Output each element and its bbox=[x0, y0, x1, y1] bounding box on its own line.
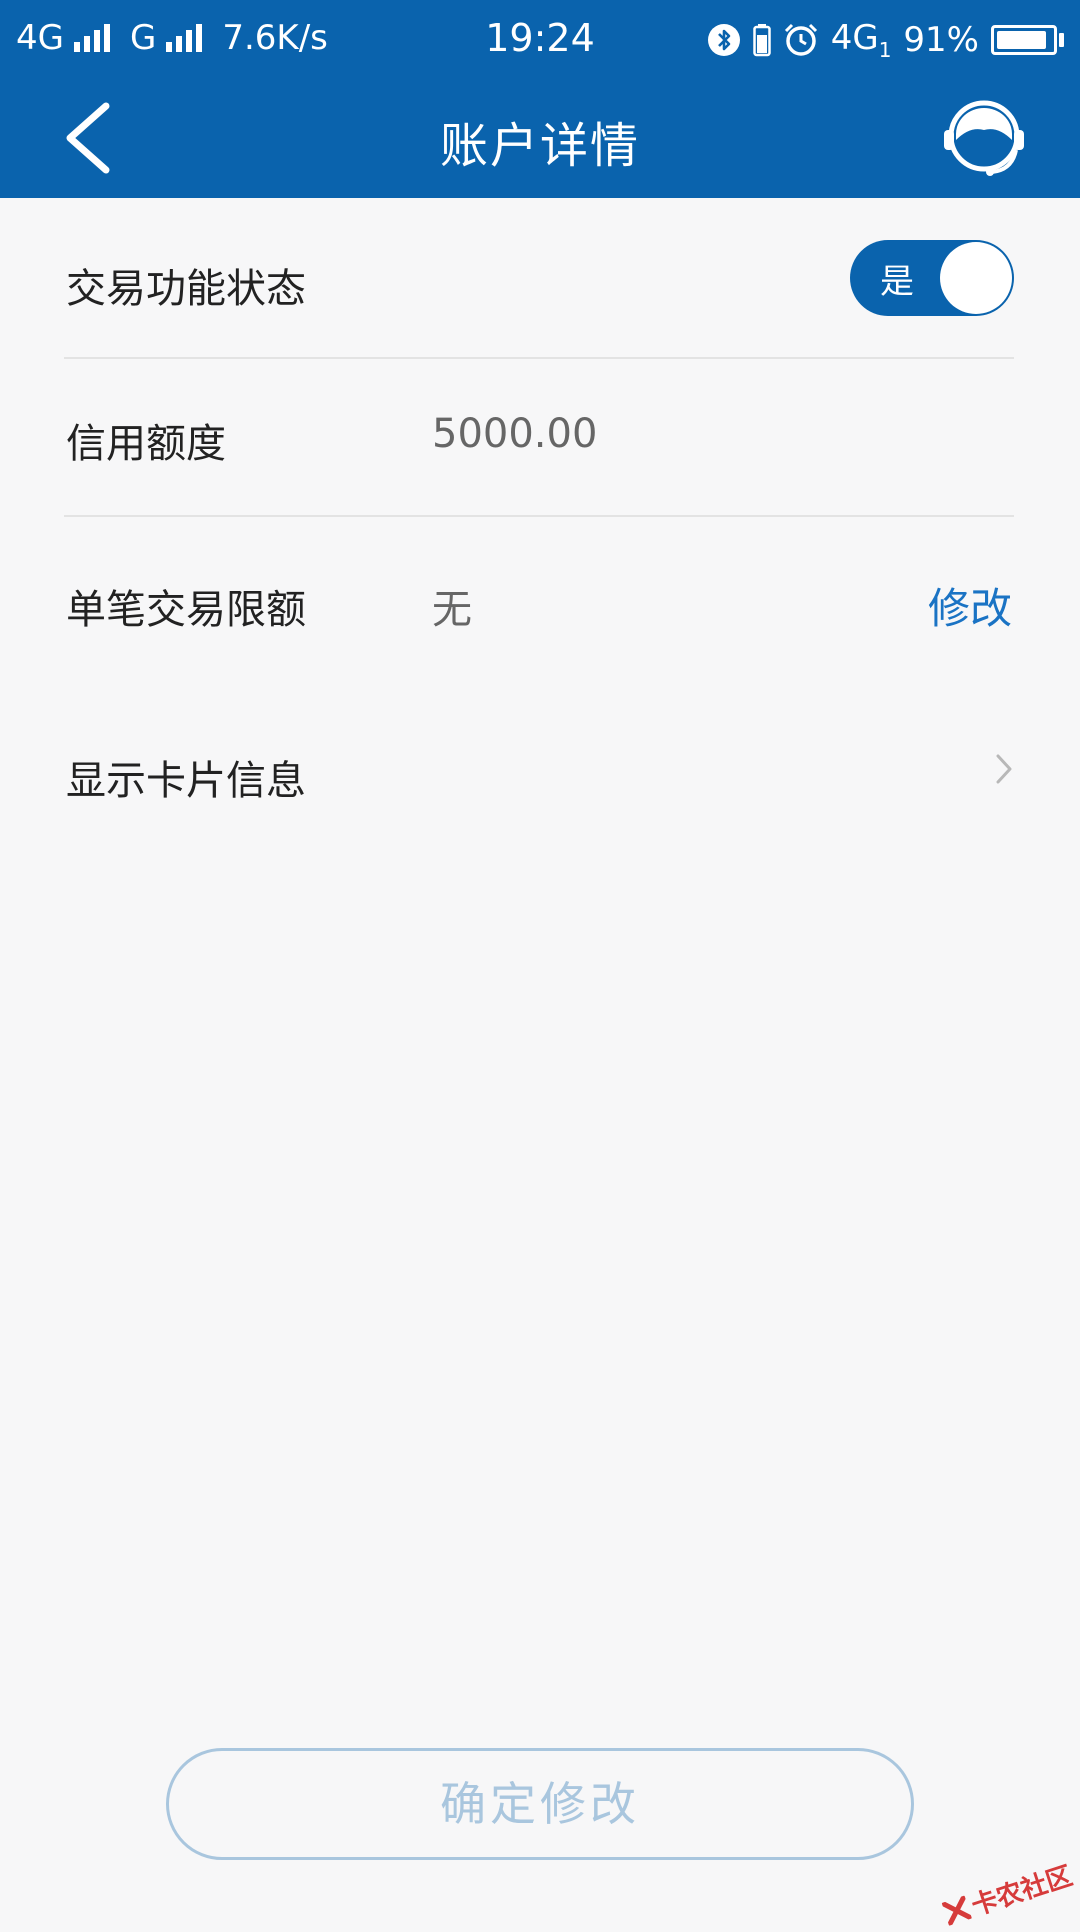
watermark-text: 卡农社区 bbox=[967, 1861, 1077, 1922]
customer-service-icon[interactable] bbox=[942, 96, 1026, 180]
watermark-logo-icon bbox=[941, 1895, 972, 1926]
app-header: 4G G 7.6K/s 19:24 4G1 91% 账户详情 bbox=[0, 0, 1080, 198]
trade-status-label: 交易功能状态 bbox=[66, 266, 306, 312]
row-single-limit: 单笔交易限额 无 bbox=[0, 517, 1080, 687]
alarm-icon bbox=[784, 23, 817, 56]
page-title: 账户详情 bbox=[439, 118, 640, 174]
modify-link[interactable]: 修改 bbox=[928, 575, 1012, 636]
row-card-info[interactable]: 显示卡片信息 bbox=[0, 700, 1080, 840]
battery-small-icon bbox=[752, 23, 771, 57]
confirm-modify-button[interactable]: 确定修改 bbox=[166, 1748, 914, 1860]
watermark: 卡农社区 bbox=[939, 1856, 1076, 1932]
card-info-label: 显示卡片信息 bbox=[66, 758, 306, 804]
charging-battery-icon bbox=[991, 24, 1064, 55]
bluetooth-icon bbox=[707, 23, 740, 56]
toggle-knob bbox=[940, 242, 1012, 314]
single-limit-label: 单笔交易限额 bbox=[66, 587, 306, 633]
network-type-3: 4G1 bbox=[830, 18, 892, 62]
chevron-right-icon bbox=[996, 754, 1012, 784]
battery-percent: 91% bbox=[903, 19, 979, 60]
credit-limit-value: 5000.00 bbox=[432, 411, 598, 457]
toggle-text: 是 bbox=[880, 262, 914, 302]
single-limit-value: 无 bbox=[432, 587, 472, 633]
row-credit-limit: 信用额度 5000.00 bbox=[0, 359, 1080, 515]
status-right: 4G1 91% bbox=[707, 18, 1064, 62]
credit-limit-label: 信用额度 bbox=[66, 421, 226, 467]
nav-bar: 账户详情 bbox=[0, 76, 1080, 198]
trade-status-toggle[interactable]: 是 bbox=[850, 240, 1014, 316]
status-bar: 4G G 7.6K/s 19:24 4G1 91% bbox=[0, 0, 1080, 76]
